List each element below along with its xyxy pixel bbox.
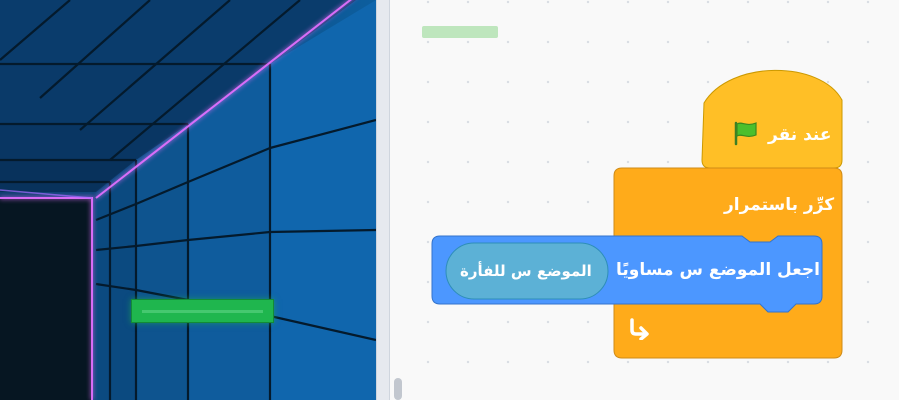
loop-arrow-icon: [630, 318, 649, 340]
stage[interactable]: [0, 0, 376, 400]
scrollbar[interactable]: [394, 378, 402, 400]
motion-block-label: اجعل الموضع س مساويًا: [616, 260, 820, 280]
mouse-x-reporter-label: الموضع س للفأرة: [460, 262, 592, 280]
stage-backdrop: [0, 0, 376, 400]
code-area[interactable]: عند نقر كرِّر باستمرار اجعل الموضع س مسا…: [390, 0, 899, 400]
stage-divider[interactable]: [376, 0, 390, 400]
hat-block-label: عند نقر: [768, 125, 832, 145]
green-flag-icon: [734, 121, 757, 146]
forever-block-label: كرِّر باستمرار: [724, 195, 835, 215]
hat-block[interactable]: [701, 69, 843, 175]
paddle-sprite[interactable]: [131, 299, 274, 323]
scratch-editor: عند نقر كرِّر باستمرار اجعل الموضع س مسا…: [0, 0, 899, 400]
